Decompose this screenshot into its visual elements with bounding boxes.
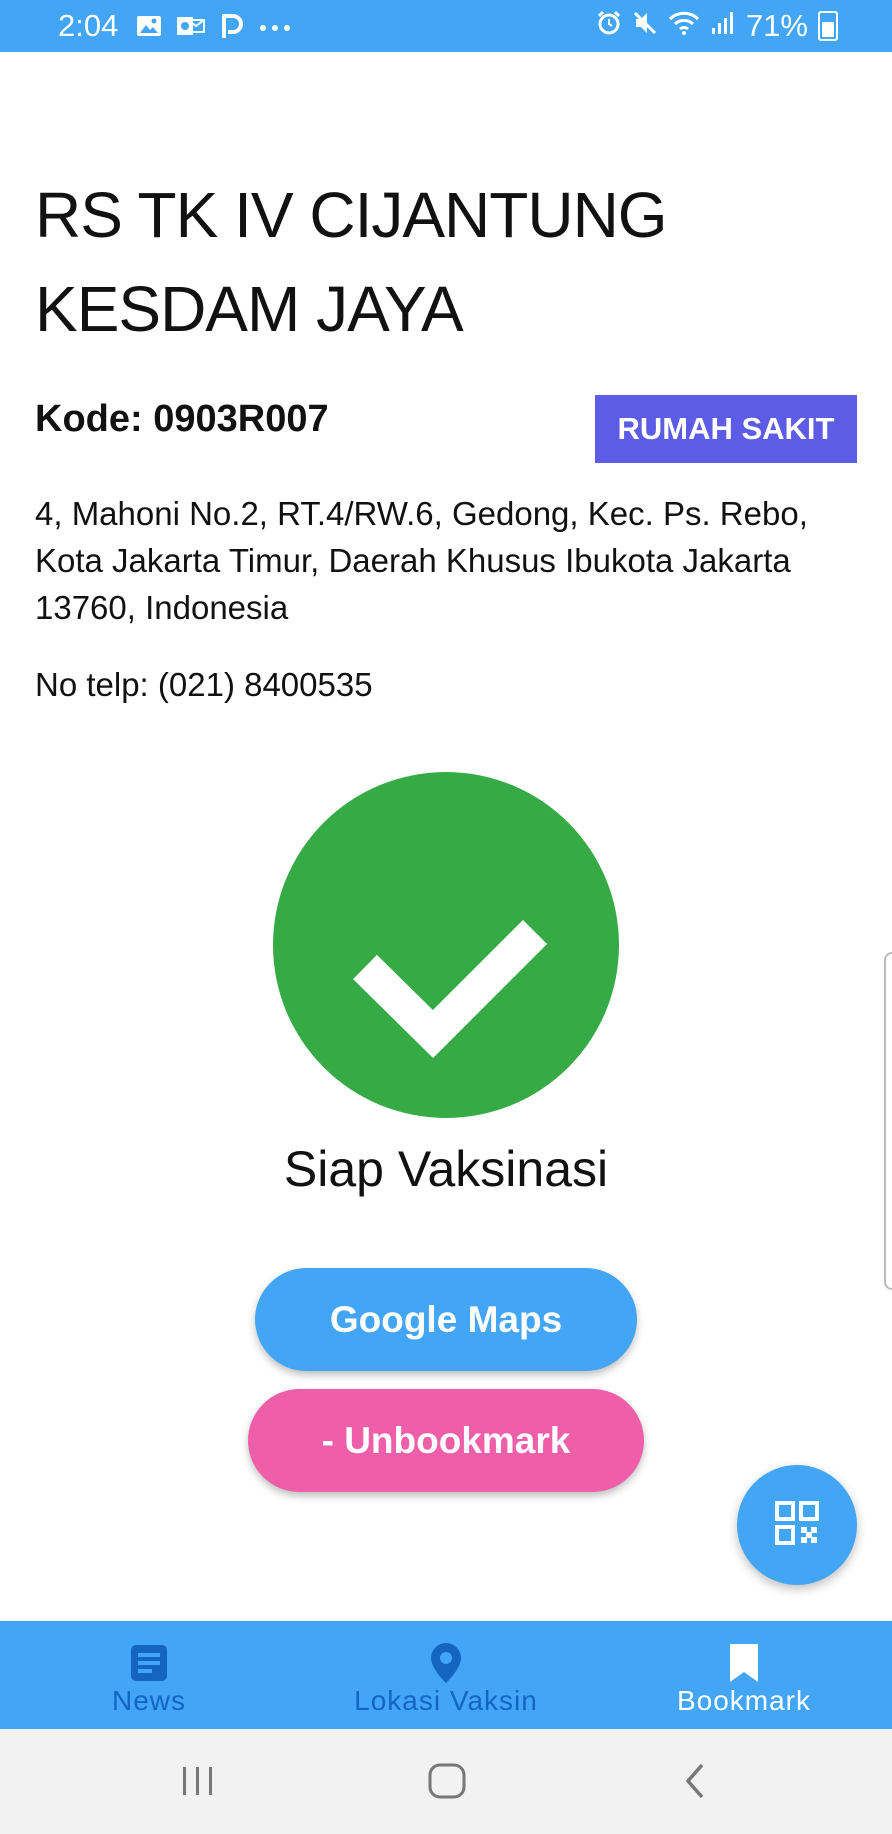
facility-phone: No telp: (021) 8400535	[35, 666, 373, 703]
signal-icon	[710, 8, 736, 44]
status-time: 2:04	[58, 8, 119, 43]
more-dots-icon	[258, 20, 292, 38]
mute-icon	[632, 8, 658, 44]
location-pin-icon	[429, 1643, 463, 1683]
qr-scan-fab[interactable]	[737, 1465, 857, 1585]
nav-item-bookmark[interactable]: Bookmark	[664, 1621, 824, 1729]
news-icon	[130, 1643, 168, 1683]
notification-icons	[136, 12, 292, 45]
alarm-icon	[596, 8, 622, 44]
facility-name: RS TK IV CIJANTUNG KESDAM JAYA	[35, 179, 668, 345]
bookmark-icon	[729, 1643, 759, 1683]
unbookmark-button[interactable]: - Unbookmark	[248, 1389, 644, 1492]
outlook-icon	[176, 14, 206, 43]
nav-label-bookmark: Bookmark	[676, 1685, 812, 1716]
nav-item-news[interactable]: News	[74, 1621, 224, 1729]
parking-icon	[220, 12, 244, 45]
image-icon	[136, 14, 162, 43]
system-navigation-bar	[0, 1729, 892, 1834]
google-maps-button[interactable]: Google Maps	[255, 1268, 637, 1371]
battery-percent: 71%	[745, 8, 808, 43]
vaccination-status-label: Siap Vaksinasi	[283, 1141, 609, 1197]
home-icon[interactable]	[427, 1761, 467, 1806]
check-circle-icon	[273, 772, 619, 1118]
facility-address: 4, Mahoni No.2, RT.4/RW.6, Gedong, Kec. …	[35, 495, 808, 626]
recent-apps-icon[interactable]	[180, 1761, 216, 1806]
nav-item-lokasi-vaksin[interactable]: Lokasi Vaksin	[340, 1621, 552, 1729]
nav-label-news: News	[111, 1685, 186, 1716]
wifi-icon	[668, 8, 700, 44]
nav-label-lokasi-vaksin: Lokasi Vaksin	[354, 1685, 538, 1716]
qr-code-icon	[775, 1500, 819, 1550]
edge-panel-handle[interactable]	[884, 952, 892, 1290]
back-icon[interactable]	[680, 1761, 710, 1806]
battery-icon	[818, 11, 838, 41]
status-bar: 2:04 71%	[0, 0, 892, 52]
system-status-icons: 71%	[596, 8, 838, 44]
bottom-navigation: News Lokasi Vaksin Bookmark	[0, 1621, 892, 1729]
facility-type-badge: RUMAH SAKIT	[595, 395, 857, 463]
facility-code: Kode: 0903R007	[35, 398, 329, 440]
